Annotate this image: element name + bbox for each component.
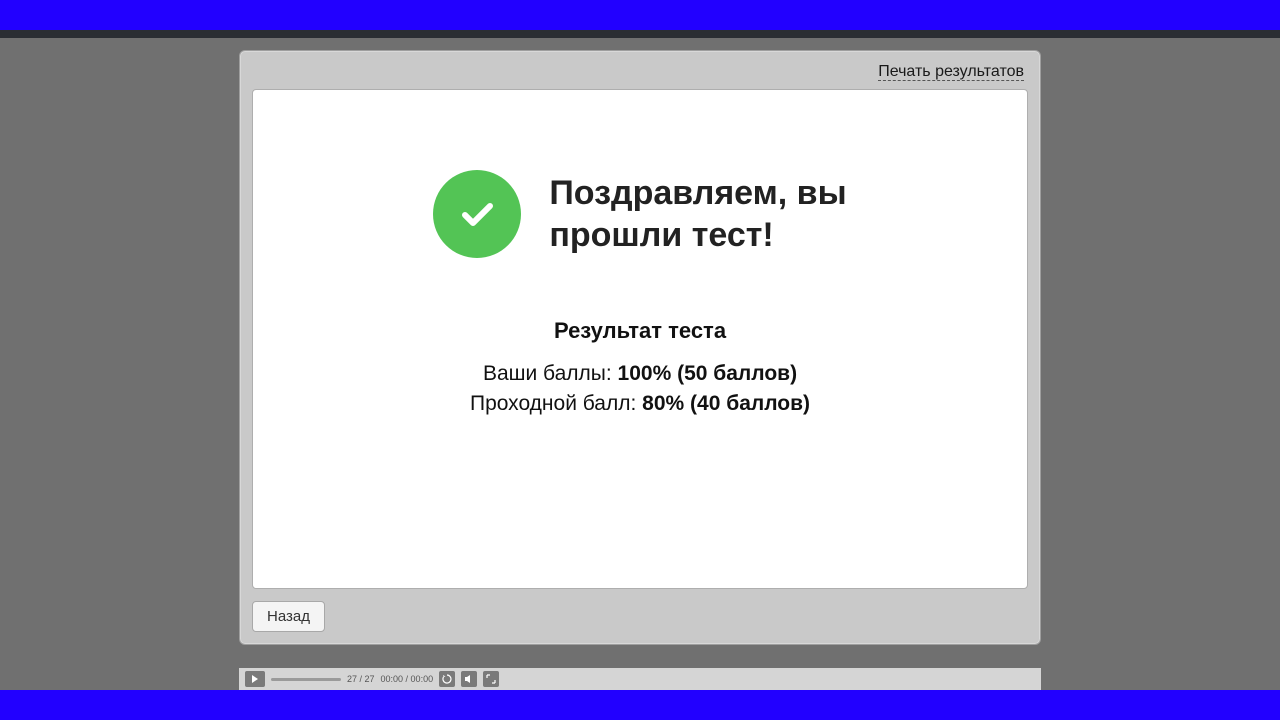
print-row: Печать результатов (252, 61, 1028, 89)
back-button[interactable]: Назад (252, 601, 325, 632)
your-score-line: Ваши баллы: 100% (50 баллов) (293, 362, 987, 386)
browser-dark-strip (0, 30, 1280, 38)
result-heading: Результат теста (293, 318, 987, 344)
time-display: 00:00 / 00:00 (381, 674, 434, 684)
your-score-label: Ваши баллы: (483, 362, 612, 385)
progress-track[interactable] (271, 678, 341, 681)
passing-score-label: Проходной балл: (470, 392, 636, 415)
congrats-line2: прошли тест! (549, 214, 846, 257)
page-counter: 27 / 27 (347, 674, 375, 684)
passing-score-value: 80% (40 баллов) (642, 392, 810, 415)
play-button[interactable] (245, 671, 265, 687)
checkmark-icon (433, 170, 521, 258)
hero-row: Поздравляем, вы прошли тест! (293, 170, 987, 258)
volume-icon[interactable] (461, 671, 477, 687)
congrats-title: Поздравляем, вы прошли тест! (549, 172, 846, 257)
footer-row: Назад (252, 601, 1028, 632)
top-blue-bar (0, 0, 1280, 30)
congrats-line1: Поздравляем, вы (549, 172, 846, 215)
result-card: Поздравляем, вы прошли тест! Результат т… (252, 89, 1028, 589)
page-background: Печать результатов Поздравляем, вы прошл… (0, 38, 1280, 698)
your-score-value: 100% (50 баллов) (618, 362, 798, 385)
result-block: Результат теста Ваши баллы: 100% (50 бал… (293, 318, 987, 416)
replay-icon[interactable] (439, 671, 455, 687)
fullscreen-icon[interactable] (483, 671, 499, 687)
results-panel: Печать результатов Поздравляем, вы прошл… (239, 50, 1041, 645)
print-results-link[interactable]: Печать результатов (878, 63, 1024, 81)
player-bar: 27 / 27 00:00 / 00:00 (239, 668, 1041, 690)
bottom-blue-bar (0, 690, 1280, 720)
passing-score-line: Проходной балл: 80% (40 баллов) (293, 392, 987, 416)
